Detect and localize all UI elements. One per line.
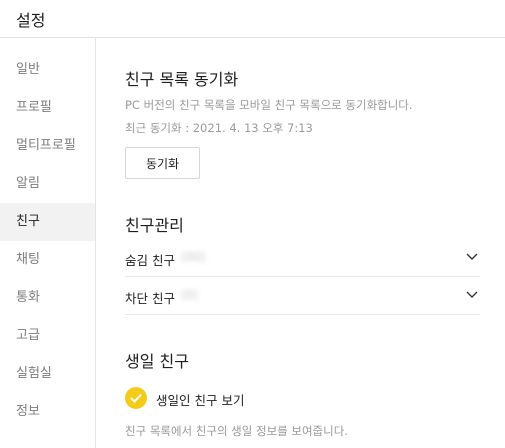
window-title: 설정: [16, 11, 46, 30]
friends-settings-panel: 친구 목록 동기화 PC 버전의 친구 목록을 모바일 친구 목록으로 동기화합…: [97, 38, 505, 448]
birthday-description: 친구 목록에서 친구의 생일 정보를 보여줍니다.: [125, 424, 348, 438]
sidebar-item-advanced[interactable]: 고급: [0, 317, 95, 355]
sidebar-item-labs[interactable]: 실험실: [0, 355, 95, 393]
sidebar-item-multiprofile[interactable]: 멀티프로필: [0, 127, 95, 165]
hidden-friends-count: (00): [181, 250, 206, 264]
manage-section-title: 친구관리: [125, 216, 184, 235]
sidebar-item-call[interactable]: 통화: [0, 279, 95, 317]
hidden-friends-row[interactable]: 숨김 친구 (00): [125, 239, 480, 277]
blocked-friends-count: (0): [181, 288, 198, 302]
blocked-friends-row[interactable]: 차단 친구 (0): [125, 277, 480, 315]
chevron-down-icon: [466, 253, 478, 260]
settings-sidebar: 일반 프로필 멀티프로필 알림 친구 채팅 통화 고급 실험실 정보: [0, 38, 96, 448]
checkmark-icon: [125, 387, 147, 409]
sync-button[interactable]: 동기화: [125, 147, 200, 179]
show-birthday-friends-checkbox[interactable]: 생일인 친구 보기: [125, 387, 325, 411]
chevron-down-icon: [466, 291, 478, 298]
last-sync-time: 최근 동기화 : 2021. 4. 13 오후 7:13: [125, 121, 313, 135]
blocked-friends-label: 차단 친구: [125, 291, 175, 306]
sidebar-item-info[interactable]: 정보: [0, 393, 95, 431]
sidebar-item-general[interactable]: 일반: [0, 51, 95, 89]
show-birthday-friends-label: 생일인 친구 보기: [156, 393, 245, 408]
hidden-friends-label: 숨김 친구: [125, 253, 175, 268]
settings-header: 설정: [0, 0, 505, 38]
birthday-section-title: 생일 친구: [125, 352, 189, 371]
sidebar-item-friends[interactable]: 친구: [0, 203, 95, 241]
sidebar-item-profile[interactable]: 프로필: [0, 89, 95, 127]
sidebar-item-notifications[interactable]: 알림: [0, 165, 95, 203]
sync-section-title: 친구 목록 동기화: [125, 70, 239, 89]
sidebar-item-chat[interactable]: 채팅: [0, 241, 95, 279]
sync-description: PC 버전의 친구 목록을 모바일 친구 목록으로 동기화합니다.: [125, 98, 413, 112]
